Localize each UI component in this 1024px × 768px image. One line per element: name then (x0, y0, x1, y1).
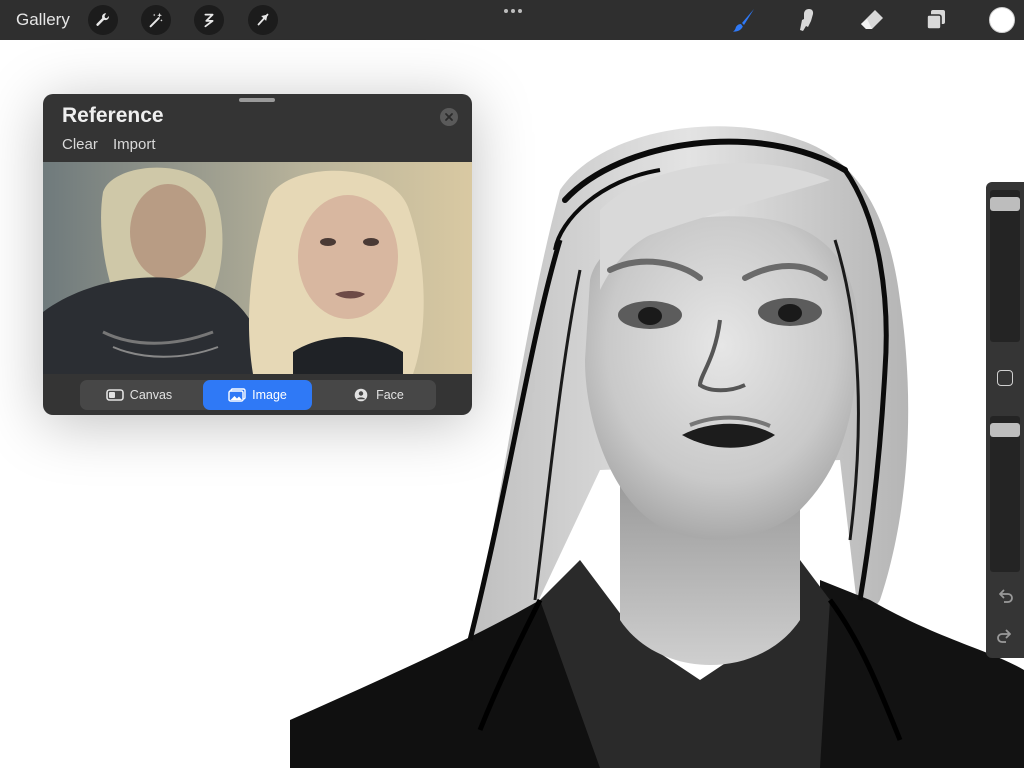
opacity-thumb[interactable] (990, 423, 1020, 437)
undo-icon[interactable] (995, 586, 1015, 606)
face-icon (354, 388, 368, 402)
layers-icon[interactable] (922, 6, 950, 34)
magic-wand-icon[interactable] (141, 5, 171, 35)
eraser-icon[interactable] (858, 6, 886, 34)
import-button[interactable]: Import (113, 136, 156, 153)
image-icon (228, 388, 246, 402)
smudge-icon[interactable] (794, 6, 822, 34)
reference-title: Reference (62, 104, 164, 127)
brush-size-slider[interactable] (990, 190, 1020, 342)
transform-arrow-icon[interactable] (248, 5, 278, 35)
top-toolbar: Gallery (0, 0, 1024, 40)
canvas-icon (105, 389, 124, 401)
brush-size-thumb[interactable] (990, 197, 1020, 211)
tab-image-label: Image (252, 388, 287, 402)
panel-drag-handle[interactable] (239, 98, 275, 102)
tab-canvas[interactable]: Canvas (80, 380, 198, 410)
reference-panel[interactable]: Reference Clear Import Canvas Image Face (43, 94, 472, 415)
opacity-slider[interactable] (990, 416, 1020, 572)
more-options-icon[interactable] (502, 4, 524, 16)
wrench-icon[interactable] (88, 5, 118, 35)
tab-face[interactable]: Face (320, 380, 436, 410)
reference-image[interactable] (43, 162, 472, 374)
color-picker-button[interactable] (989, 7, 1015, 33)
tab-face-label: Face (376, 388, 404, 402)
reference-photo (43, 162, 472, 374)
reference-mode-segmented-control: Canvas Image Face (80, 380, 436, 410)
brush-icon[interactable] (730, 6, 758, 34)
tab-image[interactable]: Image (203, 380, 312, 410)
tab-canvas-label: Canvas (129, 388, 173, 402)
redo-icon[interactable] (995, 626, 1015, 646)
gallery-button[interactable]: Gallery (16, 10, 70, 30)
clear-button[interactable]: Clear (62, 136, 98, 153)
modify-button[interactable] (997, 370, 1013, 386)
close-icon[interactable] (440, 108, 458, 126)
selection-icon[interactable] (194, 5, 224, 35)
brush-sidebar (986, 182, 1024, 658)
